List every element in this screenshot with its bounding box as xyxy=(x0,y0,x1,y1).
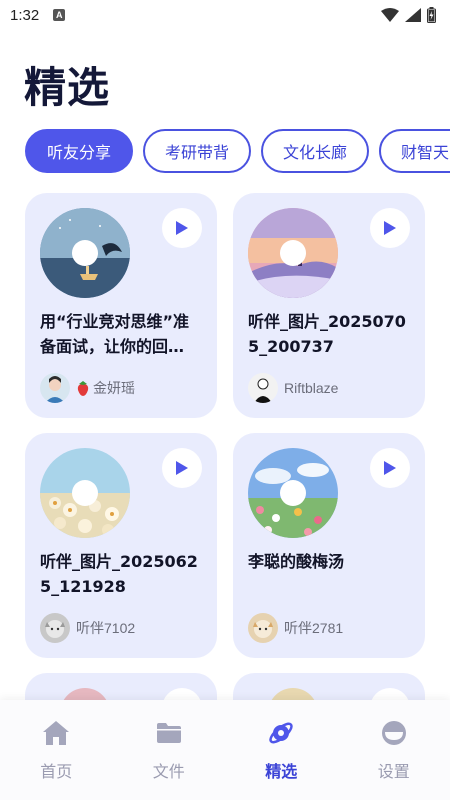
nav-label: 设置 xyxy=(377,762,410,781)
play-button[interactable] xyxy=(370,208,410,248)
content-card[interactable]: 听伴_图片_20250625_121928 听伴7102 xyxy=(25,433,217,658)
content-card[interactable]: 听伴_图片_20250705_200737 Riftblaze xyxy=(233,193,425,418)
card-author: 听伴7102 xyxy=(40,613,135,643)
play-button[interactable] xyxy=(370,448,410,488)
card-author: 金妍瑶 xyxy=(40,373,135,403)
nav-label: 精选 xyxy=(265,762,298,781)
tab-exam-recite[interactable]: 考研带背 xyxy=(143,129,252,173)
play-button[interactable] xyxy=(162,208,202,248)
avatar xyxy=(40,373,70,403)
card-title: 李聪的酸梅汤 xyxy=(248,552,345,571)
avatar xyxy=(248,613,278,643)
settings-icon xyxy=(381,721,406,745)
bottom-nav: 首页 文件 精选 设置 xyxy=(0,700,450,800)
play-button[interactable] xyxy=(162,448,202,488)
signal-icon xyxy=(405,8,421,22)
cover-art xyxy=(248,208,338,298)
author-name: 金妍瑶 xyxy=(93,380,135,396)
cover-art xyxy=(40,208,130,298)
tab-finance[interactable]: 财智天 xyxy=(379,129,450,173)
card-author: 听伴2781 xyxy=(248,613,343,643)
nav-settings[interactable]: 设置 xyxy=(338,700,450,800)
nav-home[interactable]: 首页 xyxy=(0,700,113,800)
strawberry-icon xyxy=(77,381,89,396)
status-bar: 1:32 A xyxy=(0,0,450,30)
play-icon xyxy=(176,461,188,475)
content-card[interactable]: 用“行业竞对思维”准备面试，让你的回… 金妍瑶 xyxy=(25,193,217,418)
battery-icon xyxy=(427,7,436,23)
card-title: 用“行业竞对思维”准备面试，让你的回… xyxy=(40,312,190,356)
nav-label: 首页 xyxy=(40,762,73,781)
avatar xyxy=(248,373,278,403)
card-title: 听伴_图片_20250705_200737 xyxy=(248,312,406,356)
planet-icon xyxy=(269,722,293,744)
avatar xyxy=(40,613,70,643)
folder-icon xyxy=(156,723,181,743)
status-icons xyxy=(381,7,436,23)
wifi-icon xyxy=(381,8,399,22)
cover-art xyxy=(248,448,338,538)
play-icon xyxy=(384,221,396,235)
author-name: 听伴7102 xyxy=(76,620,136,636)
play-icon xyxy=(176,221,188,235)
card-title: 听伴_图片_20250625_121928 xyxy=(40,552,198,596)
nav-files[interactable]: 文件 xyxy=(113,700,226,800)
card-author: Riftblaze xyxy=(248,373,338,403)
play-icon xyxy=(384,461,396,475)
author-name: 听伴2781 xyxy=(284,620,344,636)
content-card[interactable]: 李聪的酸梅汤 听伴2781 xyxy=(233,433,425,658)
nav-featured[interactable]: 精选 xyxy=(225,700,338,800)
cover-art xyxy=(40,448,130,538)
status-time: 1:32 xyxy=(10,6,40,24)
author-name: Riftblaze xyxy=(284,380,339,396)
tab-culture-gallery[interactable]: 文化长廊 xyxy=(261,129,370,173)
page-title: 精选 xyxy=(24,63,111,112)
tab-listener-share[interactable]: 听友分享 xyxy=(25,129,134,173)
category-tabs: 听友分享 考研带背 文化长廊 财智天 xyxy=(25,129,450,175)
home-icon xyxy=(43,721,70,745)
notification-icon: A xyxy=(53,9,66,21)
nav-label: 文件 xyxy=(152,762,185,781)
